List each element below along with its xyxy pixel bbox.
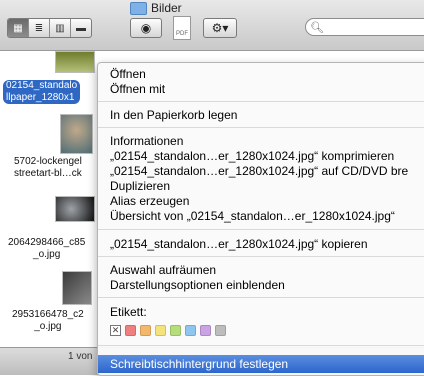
file-label[interactable]: 2064298466_c85 _o.jpg xyxy=(8,237,85,261)
menu-item-move-to-trash[interactable]: In den Papierkorb legen xyxy=(110,108,237,122)
file-thumbnail[interactable] xyxy=(55,51,95,73)
icon-view-button[interactable]: ▦ xyxy=(8,19,29,37)
view-mode-segmented-control[interactable]: ▦ ≣ ▥ ▬ xyxy=(7,18,92,38)
menu-item-copy[interactable]: „02154_standalon…er_1280x1024.jpg“ kopie… xyxy=(110,237,368,251)
window-title: Bilder xyxy=(130,1,182,15)
menu-separator xyxy=(98,256,424,257)
file-label-selected[interactable]: 02154_standalo llpaper_1280x1 xyxy=(3,80,81,104)
label-gray[interactable] xyxy=(215,325,226,336)
menu-item-show-view-options[interactable]: Darstellungsoptionen einblenden xyxy=(110,278,285,292)
label-red[interactable] xyxy=(125,325,136,336)
label-clear-button[interactable]: ✕ xyxy=(110,325,121,336)
menu-separator xyxy=(98,345,424,346)
menu-item-get-info[interactable]: Informationen xyxy=(110,134,183,148)
labels-title: Etikett: xyxy=(110,305,147,319)
list-view-button[interactable]: ≣ xyxy=(29,19,50,37)
label-blue[interactable] xyxy=(185,325,196,336)
file-thumbnail[interactable] xyxy=(60,114,93,154)
window-toolbar: Bilder ▦ ≣ ▥ ▬ ◉ PDF ⚙▾ 🔍︎ xyxy=(0,0,424,51)
label-orange[interactable] xyxy=(140,325,151,336)
pdf-icon[interactable]: PDF xyxy=(173,16,191,40)
menu-separator xyxy=(98,101,424,102)
search-input[interactable]: 🔍︎ xyxy=(305,18,424,36)
menu-item-open[interactable]: Öffnen xyxy=(110,67,146,81)
action-menu-button[interactable]: ⚙▾ xyxy=(203,18,237,38)
file-label[interactable]: 5702-lockengel streetart-bl…ck xyxy=(14,156,82,180)
label-purple[interactable] xyxy=(200,325,211,336)
folder-icon xyxy=(130,1,147,15)
menu-item-set-desktop-picture-label: Schreibtischhintergrund festlegen xyxy=(110,357,289,371)
menu-item-set-desktop-picture[interactable]: Schreibtischhintergrund festlegen xyxy=(98,355,424,373)
column-view-button[interactable]: ▥ xyxy=(50,19,71,37)
menu-separator xyxy=(98,127,424,128)
menu-item-quick-look[interactable]: Übersicht von „02154_standalon…er_1280x1… xyxy=(110,209,395,223)
window-title-text: Bilder xyxy=(151,1,182,15)
quicklook-button[interactable]: ◉ xyxy=(130,18,162,38)
menu-item-open-with[interactable]: Öffnen mit xyxy=(110,82,165,96)
label-green[interactable] xyxy=(170,325,181,336)
menu-separator xyxy=(98,229,424,230)
label-yellow[interactable] xyxy=(155,325,166,336)
label-color-picker: ✕ xyxy=(110,325,226,336)
coverflow-view-button[interactable]: ▬ xyxy=(71,19,91,37)
menu-item-duplicate[interactable]: Duplizieren xyxy=(110,179,170,193)
menu-item-make-alias[interactable]: Alias erzeugen xyxy=(110,194,189,208)
gear-icon: ⚙▾ xyxy=(211,21,229,35)
menu-separator xyxy=(98,297,424,298)
file-thumbnail[interactable] xyxy=(62,271,92,305)
context-menu: Öffnen Öffnen mit In den Papierkorb lege… xyxy=(97,62,424,376)
file-thumbnail[interactable] xyxy=(55,196,95,222)
file-label[interactable]: 2953166478_c2 _o.jpg xyxy=(12,309,84,333)
menu-item-clean-up[interactable]: Auswahl aufräumen xyxy=(110,263,216,277)
status-text: 1 von xyxy=(68,351,93,362)
eye-icon: ◉ xyxy=(140,21,152,35)
menu-item-compress[interactable]: „02154_standalon…er_1280x1024.jpg“ kompr… xyxy=(110,149,394,163)
search-icon: 🔍︎ xyxy=(310,21,324,34)
menu-item-burn-disc[interactable]: „02154_standalon…er_1280x1024.jpg“ auf C… xyxy=(110,164,408,178)
